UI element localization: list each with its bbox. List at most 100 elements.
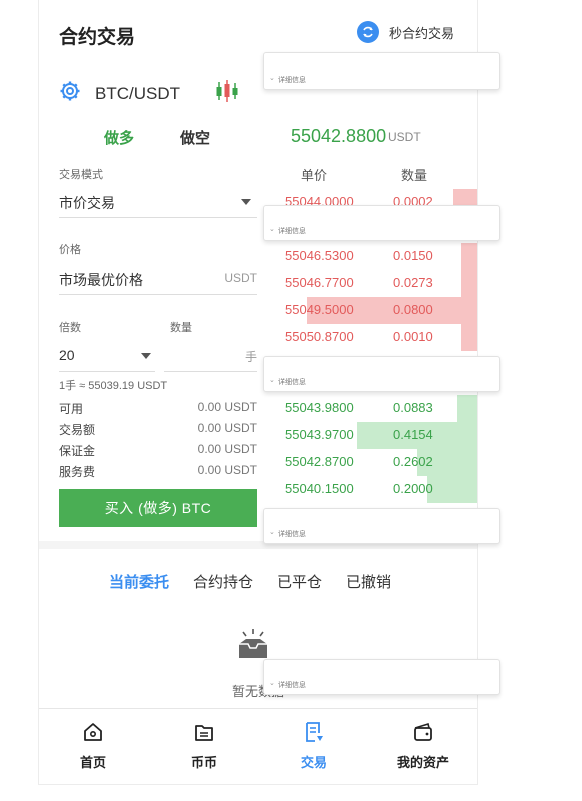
ask-qty: 0.0150 xyxy=(393,248,433,263)
stat-value: 0.00 USDT xyxy=(197,421,257,435)
candlestick-icon[interactable] xyxy=(214,79,240,108)
lot-conversion: 1手 ≈ 55039.19 USDT xyxy=(59,380,168,392)
home-icon xyxy=(82,721,104,746)
stat-value: 0.00 USDT xyxy=(197,400,257,414)
stat-label: 交易额 xyxy=(59,423,96,437)
bid-price: 55042.8700 xyxy=(285,454,354,469)
bid-qty: 0.0883 xyxy=(393,400,433,415)
gear-icon xyxy=(59,80,81,107)
bid-qty: 0.4154 xyxy=(393,427,433,442)
bid-qty: 0.2602 xyxy=(393,454,433,469)
ask-depth-bar xyxy=(461,324,477,351)
tab-short[interactable]: 做空 xyxy=(180,127,210,148)
tab-long[interactable]: 做多 xyxy=(104,127,134,148)
details-panel[interactable]: ⌄ 详细信息 xyxy=(263,356,500,392)
ask-qty: 0.0800 xyxy=(393,302,433,317)
price-field-value: 市场最优价格 xyxy=(59,272,143,288)
price-field[interactable]: 市场最优价格 USDT xyxy=(59,263,257,295)
nav-assets-label: 我的资产 xyxy=(397,755,450,770)
chevron-down-icon: ⌄ xyxy=(269,377,275,384)
stat-turnover: 交易额 0.00 USDT xyxy=(59,419,257,440)
wallet-icon xyxy=(412,721,434,746)
ask-row[interactable]: 55046.5300 0.0150 xyxy=(277,243,477,270)
chevron-down-icon: ⌄ xyxy=(269,529,275,536)
price-label: 价格 xyxy=(59,244,81,256)
leverage-label: 倍数 xyxy=(59,322,81,334)
trade-mode-select[interactable]: 市价交易 xyxy=(59,186,257,218)
quantity-input[interactable]: 手 xyxy=(164,340,257,372)
trade-icon xyxy=(303,721,325,746)
nav-trade-label: 交易 xyxy=(301,755,328,770)
ask-depth-bar xyxy=(461,270,477,297)
details-label: 详细信息 xyxy=(278,682,306,689)
nav-home[interactable]: 首页 xyxy=(80,721,106,771)
details-panel[interactable]: ⌄ 详细信息 xyxy=(263,52,500,90)
quantity-unit: 手 xyxy=(244,350,257,364)
pair-selector[interactable]: BTC/USDT xyxy=(59,80,180,107)
stat-label: 保证金 xyxy=(59,444,96,458)
stat-margin: 保证金 0.00 USDT xyxy=(59,440,257,461)
details-label: 详细信息 xyxy=(278,531,306,538)
nav-home-label: 首页 xyxy=(80,755,107,770)
stat-label: 服务费 xyxy=(59,465,96,479)
stat-value: 0.00 USDT xyxy=(197,442,257,456)
bid-row[interactable]: 55042.8700 0.2602 xyxy=(277,449,477,476)
details-panel[interactable]: ⌄ 详细信息 xyxy=(263,659,500,695)
ask-price: 55049.5000 xyxy=(285,302,354,317)
ask-row[interactable]: 55046.7700 0.0273 xyxy=(277,270,477,297)
leverage-value: 20 xyxy=(59,347,75,363)
bottom-navbar: 首页 币币 交易 我的资产 xyxy=(39,708,477,784)
exchange-icon xyxy=(193,721,215,746)
ask-qty: 0.0010 xyxy=(393,329,433,344)
nav-assets[interactable]: 我的资产 xyxy=(397,721,449,771)
tab-closed[interactable]: 已平仓 xyxy=(277,571,322,592)
ask-qty: 0.0273 xyxy=(393,275,433,290)
price-field-unit: USDT xyxy=(224,271,257,285)
chevron-down-icon xyxy=(241,199,251,205)
buy-long-button[interactable]: 买入 (做多) BTC xyxy=(59,489,257,527)
chevron-down-icon: ⌄ xyxy=(269,75,275,82)
bid-depth-bar xyxy=(457,395,477,422)
nav-trade[interactable]: 交易 xyxy=(301,721,327,771)
direction-tabs: 做多 做空 xyxy=(104,127,210,148)
stat-label: 可用 xyxy=(59,402,84,416)
leverage-select[interactable]: 20 xyxy=(59,340,155,372)
tab-cancelled[interactable]: 已撤销 xyxy=(346,571,391,592)
bid-row[interactable]: 55043.9800 0.0883 xyxy=(277,395,477,422)
stat-available: 可用 0.00 USDT xyxy=(59,398,257,419)
trade-mode-value: 市价交易 xyxy=(59,195,115,211)
bid-qty: 0.2000 xyxy=(393,481,433,496)
details-label: 详细信息 xyxy=(278,228,306,235)
pair-symbol: BTC/USDT xyxy=(95,83,180,103)
details-label: 详细信息 xyxy=(278,379,306,386)
trade-mode-label: 交易模式 xyxy=(59,169,103,181)
ask-row[interactable]: 55049.5000 0.0800 xyxy=(277,297,477,324)
ask-price: 55046.7700 xyxy=(285,275,354,290)
ask-row[interactable]: 55050.8700 0.0010 xyxy=(277,324,477,351)
details-label: 详细信息 xyxy=(278,77,306,84)
nav-exchange-label: 币币 xyxy=(191,755,218,770)
chevron-down-icon: ⌄ xyxy=(269,680,275,687)
stat-value: 0.00 USDT xyxy=(197,463,257,477)
ask-price: 55046.5300 xyxy=(285,248,354,263)
bid-row[interactable]: 55040.1500 0.2000 xyxy=(277,476,477,503)
chevron-down-icon: ⌄ xyxy=(269,226,275,233)
nav-exchange[interactable]: 币币 xyxy=(191,721,217,771)
details-panel[interactable]: ⌄ 详细信息 xyxy=(263,508,500,544)
bid-price: 55043.9700 xyxy=(285,427,354,442)
details-panel[interactable]: ⌄ 详细信息 xyxy=(263,205,500,241)
tab-current-orders[interactable]: 当前委托 xyxy=(109,571,169,592)
ask-price: 55050.8700 xyxy=(285,329,354,344)
stats-list: 可用 0.00 USDT 交易额 0.00 USDT 保证金 0.00 USDT… xyxy=(59,398,257,482)
order-tabs: 当前委托 合约持仓 已平仓 已撤销 xyxy=(109,571,391,592)
ask-depth-bar xyxy=(461,243,477,270)
bid-depth-bar xyxy=(427,476,477,503)
bid-price: 55040.1500 xyxy=(285,481,354,496)
bid-price: 55043.9800 xyxy=(285,400,354,415)
bid-row[interactable]: 55043.9700 0.4154 xyxy=(277,422,477,449)
chevron-down-icon xyxy=(141,353,151,359)
tab-positions[interactable]: 合约持仓 xyxy=(193,571,253,592)
page-title: 合约交易 xyxy=(59,27,136,48)
stat-fee: 服务费 0.00 USDT xyxy=(59,461,257,482)
quantity-label: 数量 xyxy=(170,322,192,334)
